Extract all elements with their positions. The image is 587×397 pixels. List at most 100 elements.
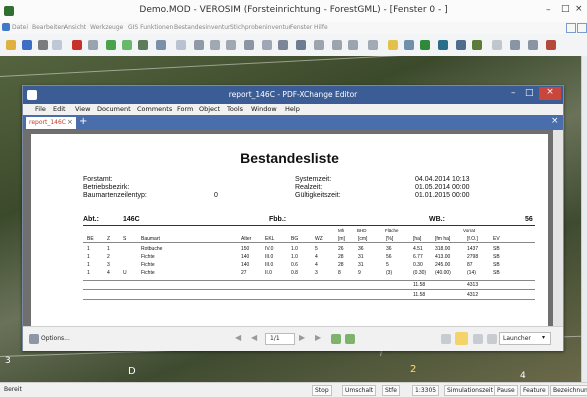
menu-stichprobeninventur[interactable]: Stichprobeninventur (230, 24, 291, 31)
table-cell: 8 (338, 270, 341, 276)
restore-child-button[interactable] (566, 23, 576, 33)
pdf-title: report_146C - PDF-XChange Editor (228, 90, 358, 99)
edit-icon[interactable] (210, 40, 220, 50)
pdf-close-button[interactable]: × (539, 87, 561, 100)
tree-icon[interactable] (420, 40, 430, 50)
table-cell: SB (493, 270, 500, 276)
select-icon[interactable] (194, 40, 204, 50)
table-cell: 0.30 (413, 262, 423, 268)
page-back-icon[interactable] (331, 334, 341, 344)
status-text: Bereit (4, 386, 22, 393)
save-icon[interactable] (22, 40, 32, 50)
undo-icon[interactable] (88, 40, 98, 50)
page-icon[interactable] (52, 40, 62, 50)
close-button[interactable]: × (575, 4, 583, 14)
launcher-dropdown[interactable]: Launcher ▾ (499, 332, 551, 345)
value-systemzeit: 04.04.2014 10:13 (415, 176, 470, 183)
options-icon[interactable] (510, 40, 520, 50)
tab-report[interactable]: report_146C × (26, 117, 76, 129)
pan-icon[interactable] (244, 40, 254, 50)
pdf-menu-window[interactable]: Window (251, 105, 277, 113)
layers-icon[interactable] (278, 40, 288, 50)
close-document-icon[interactable]: × (551, 116, 559, 126)
measure-icon[interactable] (226, 40, 236, 50)
pdf-menu-document[interactable]: Document (97, 105, 131, 113)
page-forward-icon[interactable] (345, 334, 355, 344)
rotate-icon[interactable] (262, 40, 272, 50)
menu-fenster[interactable]: Fenster (290, 24, 312, 31)
pdf-menu-form[interactable]: Form (177, 105, 193, 113)
flag-icon[interactable] (546, 40, 556, 50)
table-cell: 1 (87, 270, 90, 276)
tool-icon[interactable] (456, 40, 466, 50)
table-cell: 1 (87, 262, 90, 268)
pdf-minimize-button[interactable]: – (511, 88, 516, 98)
nav-icon[interactable] (528, 40, 538, 50)
wand-icon[interactable] (472, 40, 482, 50)
page-number-field[interactable]: 1/1 (265, 333, 295, 345)
print-icon[interactable] (38, 40, 48, 50)
options-button[interactable]: Options... (41, 335, 70, 342)
chart-icon[interactable] (348, 40, 358, 50)
status-umschalt: Umschalt (342, 385, 377, 396)
table-cell: 26 (338, 246, 344, 252)
menu-hilfe[interactable]: Hilfe (314, 24, 328, 31)
pdf-menu-comments[interactable]: Comments (137, 105, 172, 113)
right-tool-panel (581, 56, 587, 382)
zoom-icon[interactable] (176, 40, 186, 50)
menu-ansicht[interactable]: Ansicht (64, 24, 86, 31)
pdf-menu-edit[interactable]: Edit (53, 105, 66, 113)
maximize-button[interactable]: □ (561, 4, 570, 14)
close-tab-icon[interactable]: × (67, 118, 73, 126)
add-icon[interactable] (122, 40, 132, 50)
unit-bhd: BHD (357, 228, 367, 233)
vertical-scrollbar[interactable] (553, 130, 563, 326)
target-icon[interactable] (296, 40, 306, 50)
prev-page-icon[interactable]: ◀ (251, 333, 257, 342)
menu-bearbeiten[interactable]: Bearbeiten (32, 24, 65, 31)
status-stfe: Stfe (382, 385, 400, 396)
last-page-icon[interactable]: ▶ (315, 333, 321, 342)
map-icon[interactable] (438, 40, 448, 50)
pdf-menu-view[interactable]: View (75, 105, 90, 113)
tab-report-label: report_146C (29, 119, 66, 126)
new-tab-button[interactable]: + (79, 116, 87, 127)
chevron-down-icon[interactable] (492, 40, 502, 50)
pdf-document-area[interactable]: Bestandesliste Forstamt: Betriebsbezirk:… (23, 130, 563, 326)
first-page-icon[interactable]: ◀ (235, 333, 241, 342)
table-cell: 5 (386, 262, 389, 268)
pdf-maximize-button[interactable]: □ (525, 88, 534, 98)
table-icon[interactable] (156, 40, 166, 50)
grid-icon[interactable] (138, 40, 148, 50)
facing-page-icon[interactable] (473, 334, 483, 344)
filter-icon[interactable] (314, 40, 324, 50)
options-icon[interactable] (29, 334, 39, 344)
grid-page-icon[interactable] (487, 334, 497, 344)
report-icon[interactable] (388, 40, 398, 50)
close-child-button[interactable] (577, 23, 587, 33)
info-icon[interactable] (368, 40, 378, 50)
sum-icon[interactable] (332, 40, 342, 50)
next-page-icon[interactable]: ▶ (299, 333, 305, 342)
continuous-page-icon[interactable] (455, 332, 468, 345)
menu-gis-funktionen[interactable]: GIS Funktionen (128, 24, 173, 31)
pdf-menu-tools[interactable]: Tools (227, 105, 243, 113)
minimize-button[interactable]: – (546, 5, 551, 15)
menu-werkzeuge[interactable]: Werkzeuge (90, 24, 123, 31)
pdf-menubar: File Edit View Document Comments Form Ob… (23, 104, 563, 115)
pdf-titlebar: report_146C - PDF-XChange Editor – □ × (23, 86, 563, 104)
pdf-menu-object[interactable]: Object (199, 105, 220, 113)
table-cell: 6.77 (413, 254, 423, 260)
open-folder-icon[interactable] (6, 40, 16, 50)
table-cell: IV.0 (265, 246, 274, 252)
menu-bestandesinventur[interactable]: Bestandesinventur (174, 24, 231, 31)
menu-datei[interactable]: Datei (12, 24, 28, 31)
export-icon[interactable] (404, 40, 414, 50)
pdf-menu-help[interactable]: Help (285, 105, 300, 113)
pin-icon[interactable] (106, 40, 116, 50)
single-page-icon[interactable] (441, 334, 451, 344)
total-volume: 4313 (467, 282, 479, 288)
label-betriebsbezirk: Betriebsbezirk: (83, 184, 130, 191)
pdf-menu-file[interactable]: File (35, 105, 46, 113)
delete-icon[interactable] (72, 40, 82, 50)
